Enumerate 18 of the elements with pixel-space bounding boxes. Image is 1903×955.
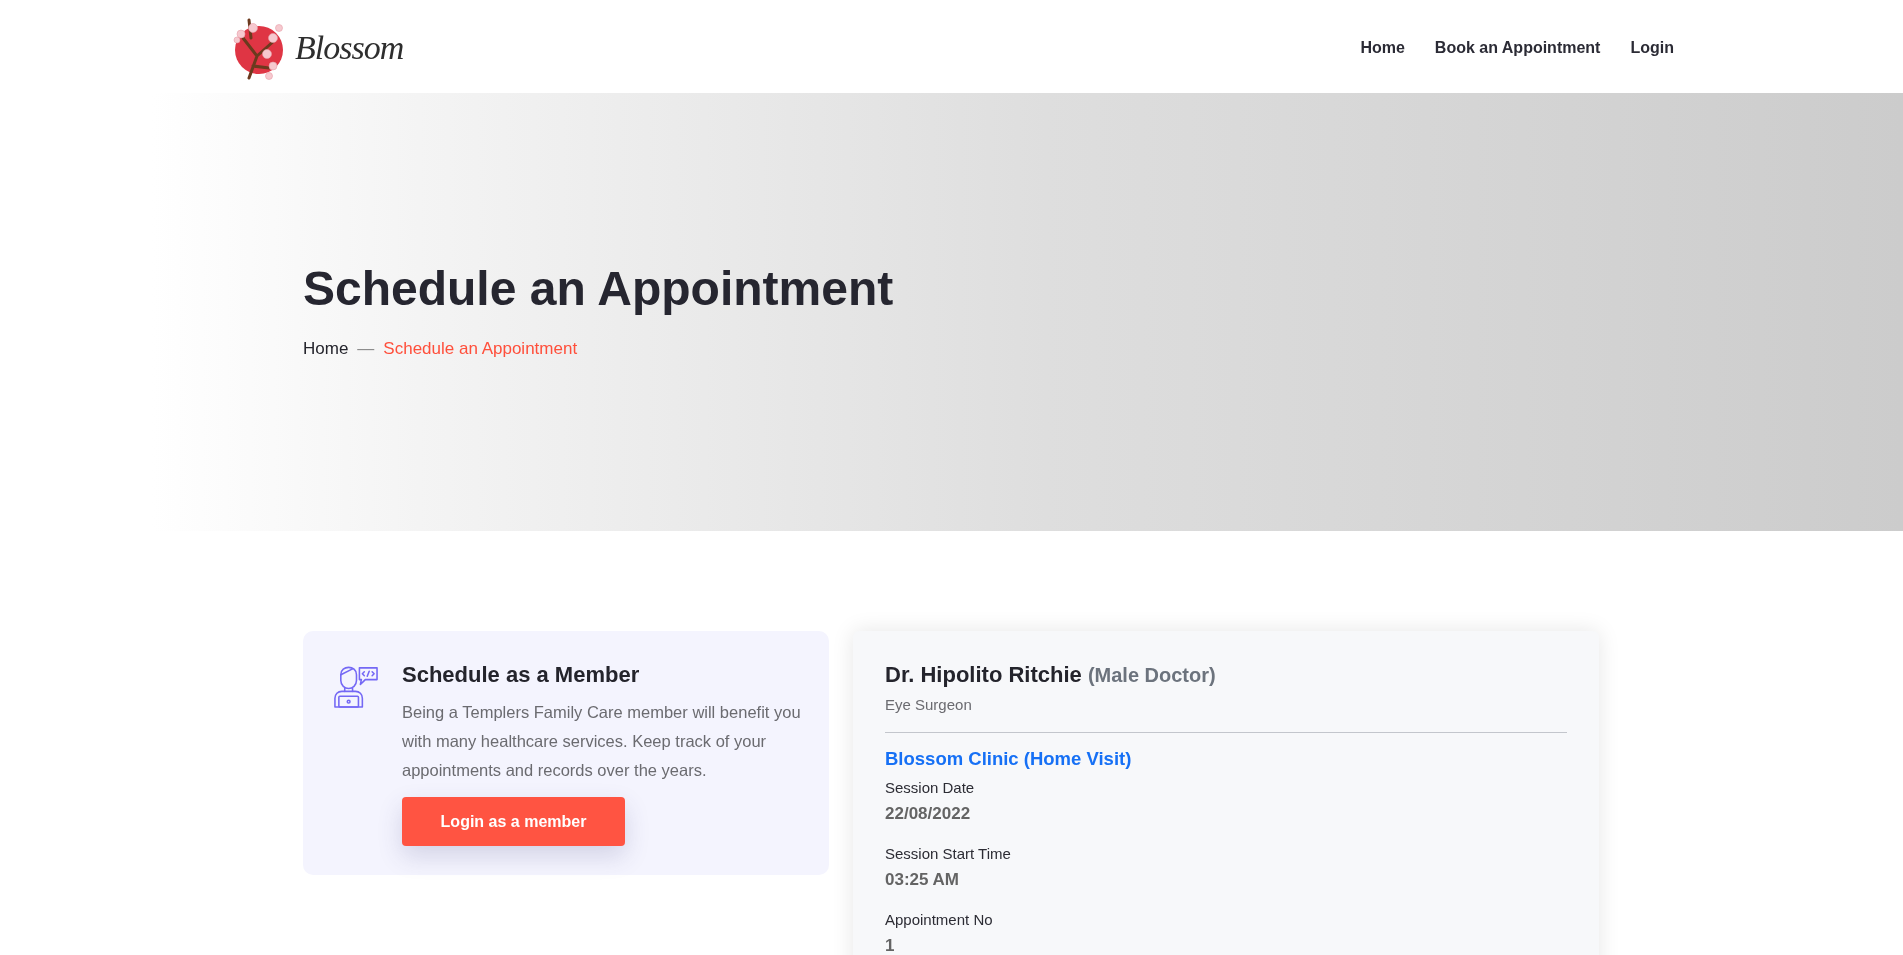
doctor-specialty: Eye Surgeon bbox=[885, 696, 972, 713]
logo-wordmark[interactable]: Blossom bbox=[295, 28, 404, 67]
nav-link[interactable]: Home bbox=[1360, 38, 1405, 57]
member-card-description: Being a Templers Family Care member will benefit you with many healthcare services. Keep track of your appointments and records over the years. bbox=[402, 702, 802, 782]
page-title: Schedule an Appointment bbox=[303, 261, 894, 317]
breadcrumb-link[interactable]: Home bbox=[303, 339, 349, 359]
session-field-label: Appointment No bbox=[885, 911, 993, 929]
session-field-label: Session Date bbox=[885, 779, 975, 797]
session-field-value: 03:25 AM bbox=[885, 871, 959, 889]
session-field-value: 1 bbox=[885, 937, 895, 955]
breadcrumb-separator: — bbox=[357, 339, 375, 359]
session-field-value: 22/08/2022 bbox=[885, 805, 971, 823]
doctor-name: Dr. Hipolito Ritchie (Male Doctor) bbox=[885, 662, 1216, 688]
session-field-label: Session Start Time bbox=[885, 845, 1011, 863]
nav-link[interactable]: Login bbox=[1630, 38, 1674, 57]
member-card-title: Schedule as a Member bbox=[402, 662, 640, 689]
nav-link[interactable]: Book an Appointment bbox=[1434, 38, 1601, 57]
clinic-name: Blossom Clinic (Home Visit) bbox=[885, 748, 1132, 770]
